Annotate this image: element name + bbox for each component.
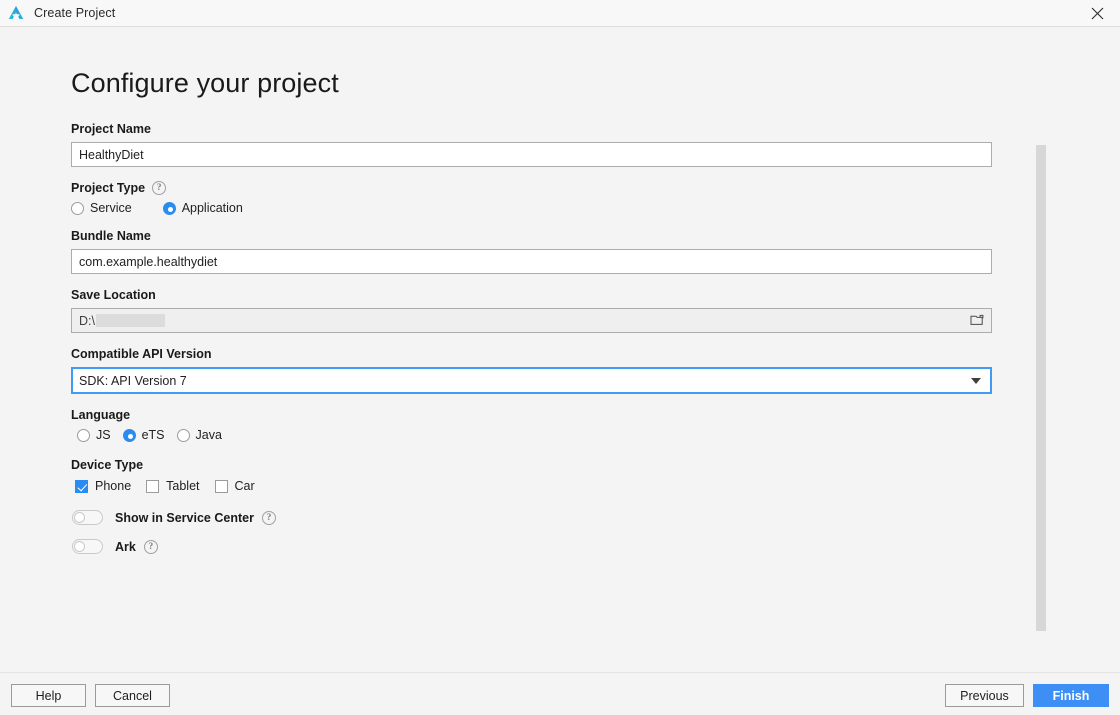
save-location-field-group: Save Location D:\ xyxy=(71,288,992,333)
vertical-scrollbar-thumb[interactable] xyxy=(1036,145,1046,631)
radio-option-js[interactable]: JS xyxy=(77,428,111,442)
help-button[interactable]: Help xyxy=(11,684,86,707)
help-circle-icon-service-center[interactable]: ? xyxy=(261,510,276,525)
radio-indicator-java xyxy=(176,428,190,442)
api-version-field-group: Compatible API Version SDK: API Version … xyxy=(71,347,992,394)
bundle-name-field-group: Bundle Name com.example.healthydiet xyxy=(71,229,992,274)
show-in-service-center-toggle[interactable] xyxy=(72,510,103,525)
api-version-label: Compatible API Version xyxy=(71,347,212,361)
project-name-field-group: Project Name HealthyDiet xyxy=(71,122,992,167)
ohos-triangle-logo-icon xyxy=(7,4,25,22)
device-type-field-group: Device Type Phone Tablet Car xyxy=(71,458,992,493)
api-version-select[interactable]: SDK: API Version 7 xyxy=(71,367,992,394)
toggle-knob xyxy=(74,512,85,523)
browse-folder-button[interactable] xyxy=(964,309,991,332)
toggle-knob xyxy=(74,541,85,552)
close-window-button[interactable] xyxy=(1074,0,1120,27)
project-name-label: Project Name xyxy=(71,122,151,136)
show-in-service-center-label-text: Show in Service Center xyxy=(115,510,254,525)
radio-indicator-application xyxy=(162,201,176,215)
previous-button[interactable]: Previous xyxy=(945,684,1024,707)
checkbox-option-car[interactable]: Car xyxy=(214,479,255,493)
language-label: Language xyxy=(71,408,131,422)
radio-option-service[interactable]: Service xyxy=(71,201,132,215)
radio-label-js: JS xyxy=(96,428,111,442)
redacted-path-block xyxy=(95,314,165,327)
radio-indicator-js xyxy=(77,428,90,442)
radio-label-service: Service xyxy=(90,201,132,215)
save-location-label: Save Location xyxy=(71,288,156,302)
finish-button[interactable]: Finish xyxy=(1033,684,1109,707)
radio-indicator-ets xyxy=(122,428,136,442)
save-location-value: D:\ xyxy=(79,313,95,328)
dialog-content: Configure your project Project Name Heal… xyxy=(0,27,1120,672)
show-in-service-center-row: Show in Service Center ? xyxy=(72,510,992,525)
checkbox-option-tablet[interactable]: Tablet xyxy=(146,479,200,493)
ark-row: Ark ? xyxy=(72,539,992,554)
checkbox-indicator-tablet xyxy=(146,479,160,493)
checkbox-option-phone[interactable]: Phone xyxy=(75,479,131,493)
language-radio-group: JS eTS Java xyxy=(77,428,992,442)
device-type-label: Device Type xyxy=(71,458,144,472)
radio-indicator-service xyxy=(71,201,84,215)
project-type-label-text: Project Type xyxy=(71,181,146,195)
checkbox-indicator-car xyxy=(214,479,228,493)
radio-label-application: Application xyxy=(181,201,243,215)
window-title-bar: Create Project xyxy=(0,0,1120,27)
configure-project-form: Project Name HealthyDiet Project Type ? … xyxy=(71,122,992,554)
checkbox-label-tablet: Tablet xyxy=(166,479,200,493)
ark-toggle[interactable] xyxy=(72,539,103,554)
ark-label: Ark ? xyxy=(115,539,158,554)
radio-option-java[interactable]: Java xyxy=(176,428,222,442)
help-circle-icon-project-type[interactable]: ? xyxy=(152,181,167,195)
ark-label-text: Ark xyxy=(115,539,136,554)
show-in-service-center-label: Show in Service Center ? xyxy=(115,510,276,525)
dialog-footer: Help Cancel Previous Finish xyxy=(0,672,1120,715)
checkbox-label-car: Car xyxy=(234,479,255,493)
project-type-label: Project Type ? xyxy=(71,181,992,195)
help-circle-icon-ark[interactable]: ? xyxy=(143,539,158,554)
radio-option-application[interactable]: Application xyxy=(162,201,243,215)
project-type-field-group: Project Type ? Service Application xyxy=(71,181,992,215)
close-icon xyxy=(1091,7,1104,20)
language-field-group: Language JS eTS Java xyxy=(71,408,992,442)
bundle-name-label: Bundle Name xyxy=(71,229,151,243)
radio-label-java: Java xyxy=(195,428,222,442)
save-location-input[interactable]: D:\ xyxy=(71,308,992,333)
radio-option-ets[interactable]: eTS xyxy=(122,428,165,442)
bundle-name-input[interactable]: com.example.healthydiet xyxy=(71,249,992,274)
project-type-radio-group: Service Application xyxy=(71,201,992,215)
checkbox-label-phone: Phone xyxy=(95,479,132,493)
radio-label-ets: eTS xyxy=(141,428,165,442)
api-version-value: SDK: API Version 7 xyxy=(79,373,187,388)
folder-icon xyxy=(970,313,985,329)
checkbox-indicator-phone xyxy=(75,479,88,493)
device-type-checkbox-group: Phone Tablet Car xyxy=(75,479,992,493)
page-title: Configure your project xyxy=(71,68,339,98)
project-name-input[interactable]: HealthyDiet xyxy=(71,142,992,167)
chevron-down-icon xyxy=(971,377,981,384)
window-title: Create Project xyxy=(34,6,116,20)
cancel-button[interactable]: Cancel xyxy=(95,684,170,707)
